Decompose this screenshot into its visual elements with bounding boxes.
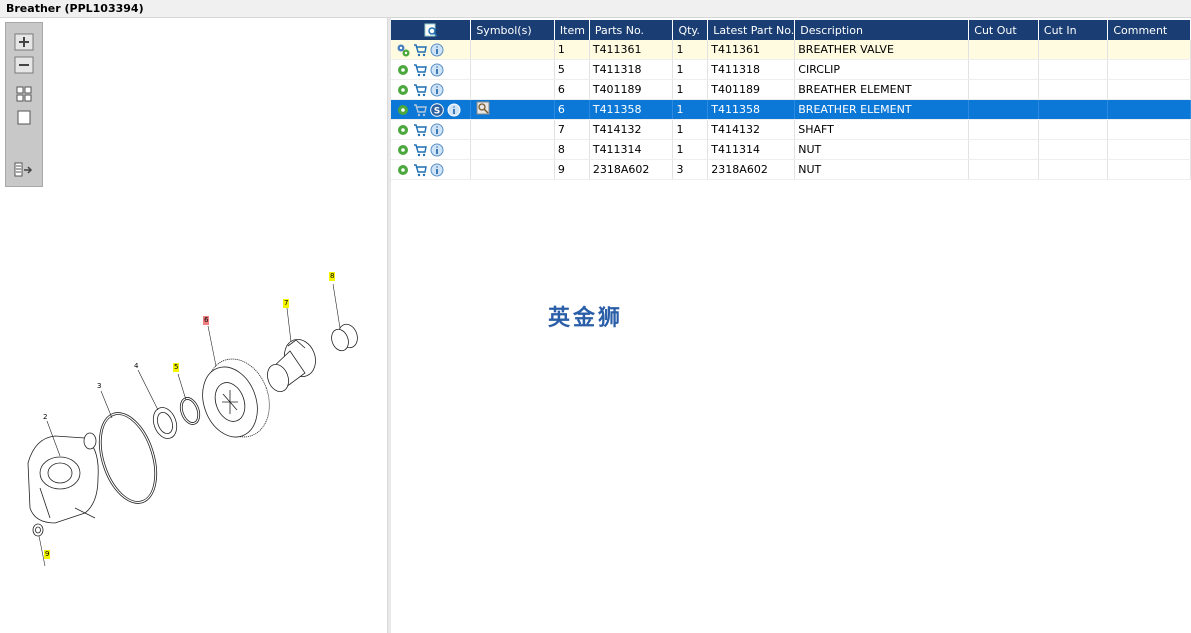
table-row[interactable]: 5 T411318 1 T411318 CIRCLIP: [391, 59, 1191, 80]
symbol-s-icon[interactable]: S: [430, 102, 444, 117]
gear-icon[interactable]: [396, 163, 410, 177]
header-actions[interactable]: [391, 20, 472, 40]
gear-icon[interactable]: [396, 63, 410, 77]
title-bar: Breather (PPL103394): [0, 0, 1191, 18]
info-icon[interactable]: [430, 83, 444, 97]
header-qty[interactable]: Qty.: [672, 20, 709, 40]
table-row-selected[interactable]: S 6 T411358 1 T411358 BREATHER ELEMENT: [391, 99, 1191, 120]
table-row[interactable]: 9 2318A602 3 2318A602 NUT: [391, 159, 1191, 180]
header-parts-no[interactable]: Parts No.: [589, 20, 674, 40]
info-icon[interactable]: [430, 163, 444, 177]
table-row[interactable]: 1 T411361 1 T411361 BREATHER VALVE: [391, 40, 1191, 60]
header-item[interactable]: Item: [554, 20, 590, 40]
drawing-pane[interactable]: 2 3 4 5 6 7 8 9: [0, 18, 388, 633]
drawing-preview-icon[interactable]: [476, 101, 490, 115]
cart-icon[interactable]: [413, 63, 427, 77]
header-cut-in[interactable]: Cut In: [1038, 20, 1109, 40]
search-icon[interactable]: [424, 23, 438, 37]
info-icon[interactable]: [430, 123, 444, 137]
cart-icon[interactable]: [413, 163, 427, 177]
cart-icon[interactable]: [413, 43, 427, 57]
header-cut-out[interactable]: Cut Out: [968, 20, 1039, 40]
gear-icon[interactable]: [396, 103, 410, 117]
gear-icon[interactable]: [396, 123, 410, 137]
info-icon[interactable]: [447, 103, 461, 117]
callout-3[interactable]: 3: [97, 382, 101, 391]
table-row[interactable]: 6 T401189 1 T401189 BREATHER ELEMENT: [391, 79, 1191, 100]
parts-list-pane: Symbol(s) Item Parts No. Qty. Latest Par…: [391, 18, 1191, 633]
parts-table: Symbol(s) Item Parts No. Qty. Latest Par…: [391, 20, 1191, 180]
gear-multi-icon[interactable]: [396, 43, 410, 57]
table-header-row: Symbol(s) Item Parts No. Qty. Latest Par…: [391, 20, 1191, 40]
gear-icon[interactable]: [396, 143, 410, 157]
header-comment[interactable]: Comment: [1107, 20, 1191, 40]
cart-disabled-icon[interactable]: [413, 103, 427, 117]
callout-8[interactable]: 8: [329, 272, 336, 281]
header-latest-part-no[interactable]: Latest Part No.: [707, 20, 796, 40]
callout-2[interactable]: 2: [43, 413, 47, 422]
callout-5[interactable]: 5: [173, 363, 180, 372]
header-symbols[interactable]: Symbol(s): [470, 20, 555, 40]
exploded-view-drawing: [27, 283, 358, 567]
cart-icon[interactable]: [413, 123, 427, 137]
gear-icon[interactable]: [396, 83, 410, 97]
callout-6[interactable]: 6: [203, 316, 210, 325]
header-description[interactable]: Description: [794, 20, 970, 40]
callout-9[interactable]: 9: [44, 550, 51, 559]
table-row[interactable]: 7 T414132 1 T414132 SHAFT: [391, 119, 1191, 140]
info-icon[interactable]: [430, 143, 444, 157]
callout-4[interactable]: 4: [134, 362, 138, 371]
info-icon[interactable]: [430, 43, 444, 57]
callout-7[interactable]: 7: [283, 299, 290, 308]
watermark-text: 英金狮: [548, 306, 624, 331]
info-icon[interactable]: [430, 63, 444, 77]
table-row[interactable]: 8 T411314 1 T411314 NUT: [391, 139, 1191, 160]
window-title: Breather (PPL103394): [6, 2, 144, 15]
cart-icon[interactable]: [413, 83, 427, 97]
svg-text:S: S: [434, 106, 440, 116]
cart-icon[interactable]: [413, 143, 427, 157]
